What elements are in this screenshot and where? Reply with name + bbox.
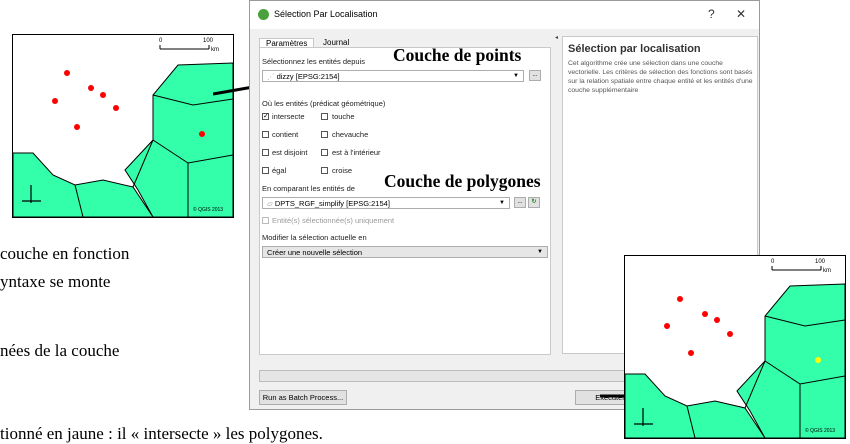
doc-text-line-2: yntaxe se monte	[0, 272, 111, 291]
select-features-label: Sélectionnez les entités depuis	[262, 57, 365, 66]
parameters-panel: Sélectionnez les entités depuis ⋰ dizzy …	[259, 47, 551, 355]
help-title: Sélection par localisation	[568, 43, 701, 55]
source-layer-ellipsis-button[interactable]: ...	[529, 70, 541, 81]
predicate-chevauche-label: chevauche	[332, 130, 369, 139]
doc-text-line-4: tionné en jaune : il « intersecte » les …	[0, 424, 323, 443]
scale-label-zero: 0	[771, 259, 775, 265]
scale-label-hundred: 100	[203, 38, 214, 44]
predicate-est-disjoint-label: est disjoint	[272, 148, 308, 157]
chevron-down-icon: ▼	[513, 73, 519, 79]
checkbox-chevauche[interactable]	[321, 131, 328, 138]
scale-unit: km	[823, 268, 831, 274]
selected-only-label: Entité(s) sélectionnée(s) uniquement	[272, 216, 395, 225]
checkbox-est-a-l-interieur[interactable]	[321, 149, 328, 156]
department-polygons	[625, 283, 845, 438]
iterate-icon[interactable]: ↻	[528, 197, 540, 208]
checkbox-touche[interactable]	[321, 113, 328, 120]
predicate-touche-label: touche	[332, 112, 355, 121]
chevron-down-icon: ▼	[499, 200, 505, 206]
compare-layer-select[interactable]: ▱ DPTS_RGF_simplify [EPSG:2154] ▼	[262, 197, 510, 209]
checkbox-est-disjoint[interactable]	[262, 149, 269, 156]
compare-layer-value: DPTS_RGF_simplify [EPSG:2154]	[274, 199, 390, 208]
doc-text-line-1: couche en fonction	[0, 244, 130, 263]
predicate-egal-label: égal	[272, 166, 287, 175]
source-layer-value: dizzy [EPSG:2154]	[276, 72, 340, 81]
predicate-label: Où les entités (prédicat géométrique)	[262, 99, 386, 108]
result-map: 0 100 km © QGIS 2013	[624, 255, 846, 439]
predicate-croise-label: croise	[332, 166, 353, 175]
point-features	[664, 296, 733, 356]
modify-selection-select[interactable]: Créer une nouvelle sélection ▼	[262, 246, 548, 258]
predicate-contient-label: contient	[272, 130, 299, 139]
scale-label-hundred: 100	[815, 259, 826, 265]
run-batch-button[interactable]: Run as Batch Process...	[259, 390, 347, 405]
scale-label-zero: 0	[159, 38, 163, 44]
checkbox-selected-only[interactable]	[262, 217, 269, 224]
qgis-icon	[258, 9, 269, 20]
map-copyright: © QGIS 2013	[193, 207, 224, 213]
department-polygons	[13, 62, 233, 217]
checkbox-egal[interactable]	[262, 167, 269, 174]
dialog-title: Sélection Par Localisation	[274, 9, 378, 19]
checkbox-intersecte[interactable]: ✓	[262, 113, 269, 120]
compare-label: En comparant les entités de	[262, 184, 355, 193]
source-layer-select[interactable]: ⋰ dizzy [EPSG:2154] ▼	[262, 70, 524, 82]
scale-unit: km	[211, 47, 219, 53]
map-copyright: © QGIS 2013	[805, 428, 836, 434]
points-layer-annotation: Couche de points	[393, 45, 522, 65]
chevron-down-icon: ▼	[537, 249, 543, 255]
compare-layer-ellipsis-button[interactable]: ...	[514, 197, 526, 208]
splitter-handle-icon[interactable]: ◂	[555, 34, 558, 41]
selected-point	[815, 357, 821, 363]
checkbox-croise[interactable]	[321, 167, 328, 174]
predicate-est-a-l-interieur-label: est à l'intérieur	[332, 148, 381, 157]
input-map: 0 100 km © QGIS 2013	[12, 34, 234, 218]
help-button[interactable]: ?	[708, 7, 715, 21]
help-text: Cet algorithme crée une sélection dans u…	[568, 60, 753, 94]
polygons-layer-annotation: Couche de polygones	[384, 171, 541, 191]
close-icon[interactable]: ✕	[736, 7, 746, 21]
title-bar: Sélection Par Localisation ? ✕	[250, 1, 759, 29]
modify-selection-value: Créer une nouvelle sélection	[267, 248, 363, 257]
modify-selection-label: Modifier la sélection actuelle en	[262, 233, 367, 242]
predicate-intersecte-label: intersecte	[272, 112, 305, 121]
checkbox-contient[interactable]	[262, 131, 269, 138]
doc-text-line-3: nées de la couche	[0, 341, 120, 360]
